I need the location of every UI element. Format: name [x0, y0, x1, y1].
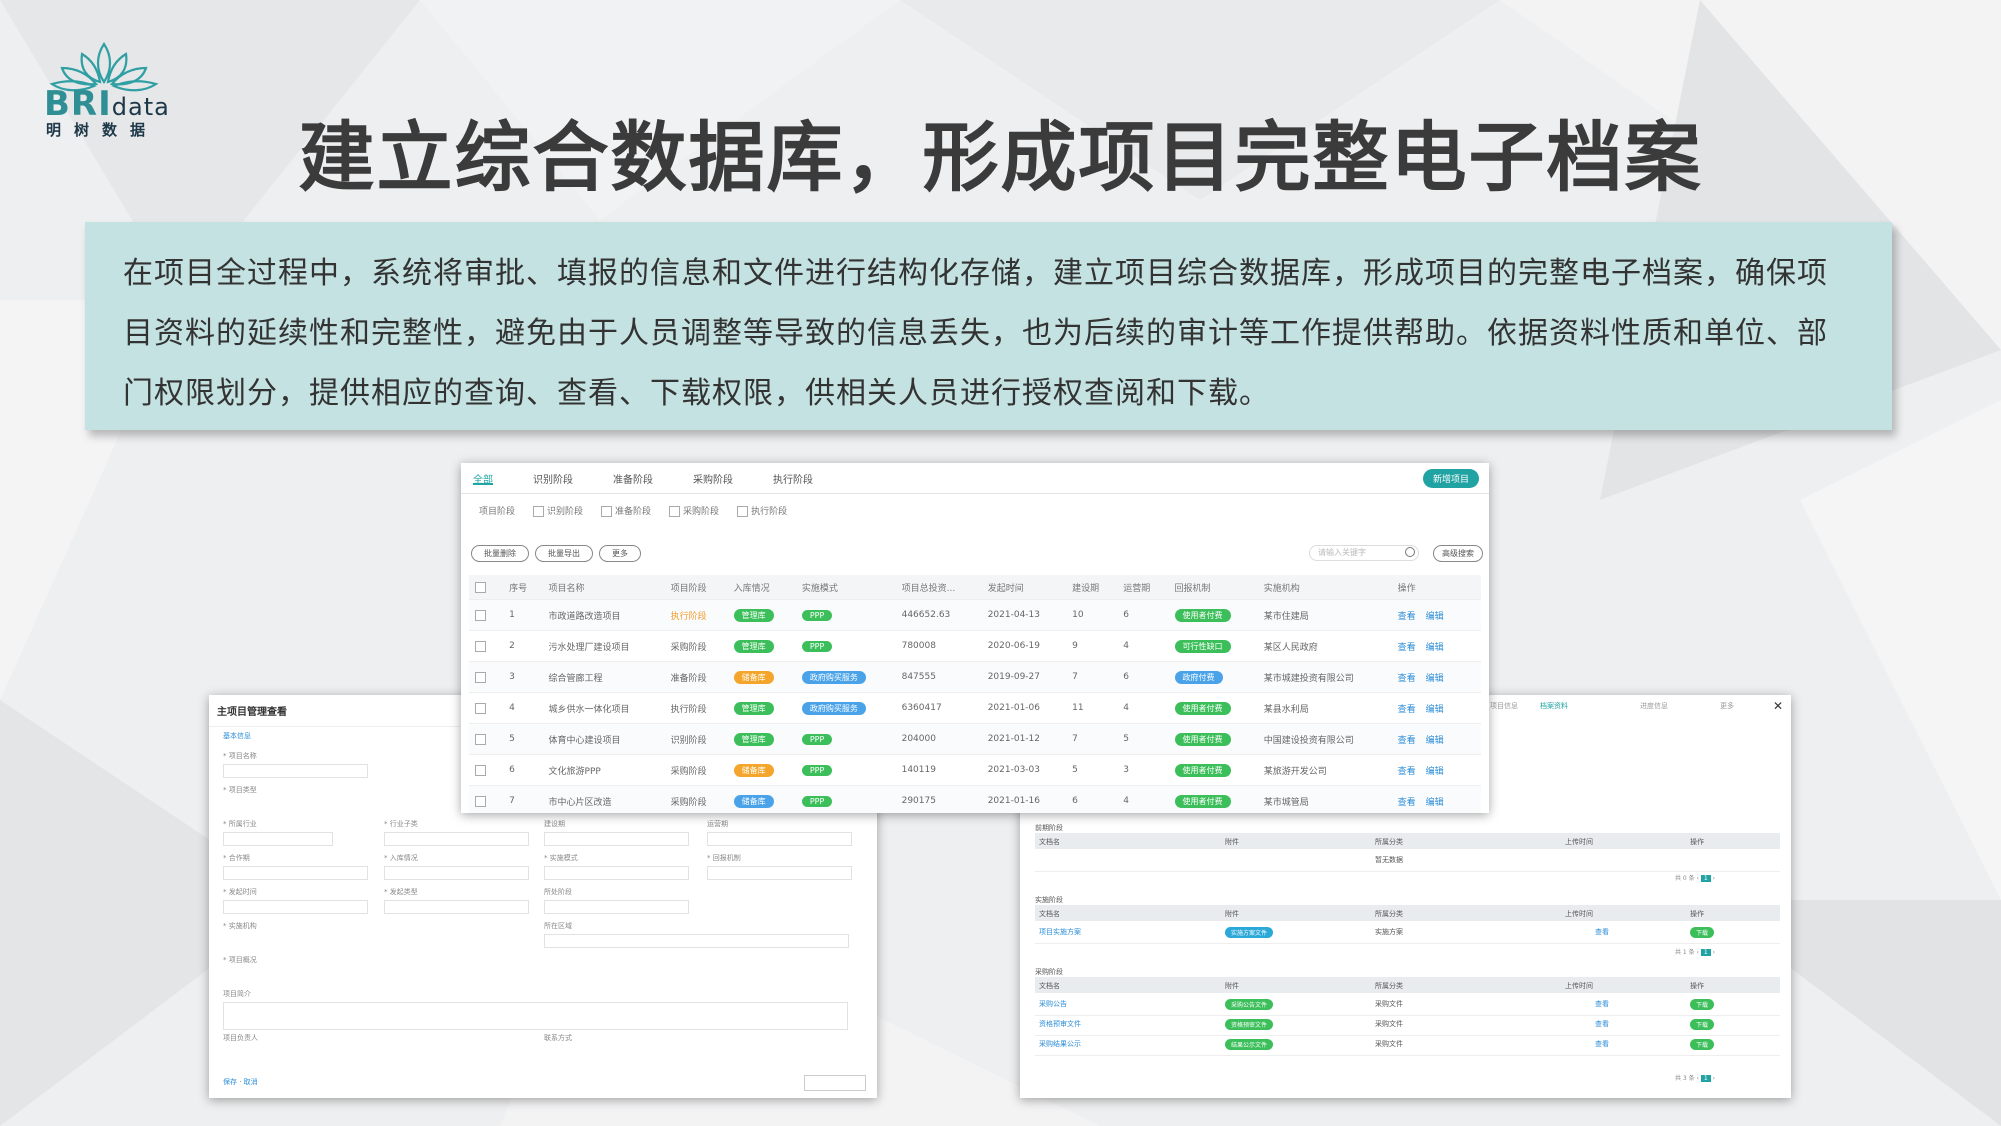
batch-button[interactable]: 批量导出	[535, 545, 593, 562]
tab-stage[interactable]: 执行阶段	[773, 471, 813, 486]
form-footer-button[interactable]	[804, 1075, 866, 1091]
description-box: 在项目全过程中，系统将审批、填报的信息和文件进行结构化存储，建立项目综合数据库，…	[85, 222, 1892, 430]
form-field: * 发起时间	[223, 887, 368, 914]
project-list-screenshot: 全部 识别阶段 准备阶段 采购阶段 执行阶段 新增项目 项目阶段 识别阶段 准备…	[461, 463, 1489, 813]
form-field: 运营期	[707, 819, 852, 846]
doc-table-header: 文档名 附件 所属分类 上传时间 操作	[1035, 833, 1780, 849]
table-row[interactable]: 4 城乡供水一体化项目 执行阶段 管理库 政府购买服务 6360417 2021-01-06…	[469, 692, 1481, 724]
section-title: 采购阶段	[1035, 968, 1063, 976]
doc-row: 资格预审文件 资格预审文件 采购文件 查看 下载	[1035, 1015, 1780, 1036]
form-field: * 回报机制	[707, 853, 852, 880]
form-footer-links[interactable]: 保存 · 取消	[223, 1077, 258, 1087]
doc-row: 暂无数据	[1035, 851, 1780, 872]
form-field: 建设期	[544, 819, 689, 846]
advanced-search-button[interactable]: 高级搜索	[1433, 545, 1483, 562]
form-field: * 入库情况	[384, 853, 529, 880]
section-title: 前期阶段	[1035, 824, 1063, 832]
doc-row: 采购结果公示 结果公示文件 采购文件 查看 下载	[1035, 1035, 1780, 1056]
tab-stage[interactable]: 识别阶段	[533, 471, 573, 486]
doc-row: 项目实施方案 实施方案文件 实施方案 查看 下载	[1035, 923, 1780, 944]
form-field: * 项目类型	[223, 786, 257, 794]
form-field: * 行业子类	[384, 819, 529, 846]
pagination[interactable]: 共 1 条 ‹ 1 ›	[1675, 947, 1715, 956]
table-row[interactable]: 7 市中心片区改造 采购阶段 储备库 PPP 290175 2021-01-16 6 4 使用者付…	[469, 785, 1481, 813]
doc-row: 采购公告 采购公告文件 采购文件 查看 下载	[1035, 995, 1780, 1016]
form-field: 项目负责人	[223, 1034, 258, 1042]
form-field: * 合作期	[223, 853, 368, 880]
filter-checkbox[interactable]: 识别阶段	[533, 504, 583, 517]
stage-tabs: 全部 识别阶段 准备阶段 采购阶段 执行阶段	[461, 463, 1489, 494]
archive-tab[interactable]: 项目信息	[1490, 701, 1518, 711]
form-field: * 项目概况	[223, 956, 257, 964]
pagination[interactable]: 共 3 条 ‹ 1 ›	[1675, 1073, 1715, 1082]
project-table: 序号 项目名称 项目阶段 入库情况 实施模式 项目总投资... 发起时间 建设期 运营期 回报机制…	[469, 575, 1481, 813]
archive-tab[interactable]: 更多	[1720, 701, 1734, 711]
form-section-label: 基本信息	[223, 732, 251, 740]
doc-table-header: 文档名 附件 所属分类 上传时间 操作	[1035, 905, 1780, 921]
batch-button[interactable]: 批量删除	[471, 545, 529, 562]
form-field: 所在区域	[544, 921, 849, 948]
filter-checkbox[interactable]: 采购阶段	[669, 504, 719, 517]
archive-tab[interactable]: 档案资料	[1540, 701, 1568, 711]
filter-label: 项目阶段	[479, 507, 516, 517]
form-field: * 所属行业	[223, 819, 333, 846]
section-title: 实施阶段	[1035, 896, 1063, 904]
filter-checkbox[interactable]: 准备阶段	[601, 504, 651, 517]
table-row[interactable]: 6 文化旅游PPP 采购阶段 储备库 PPP 140119 2021-03-03 5 3 使用者付…	[469, 754, 1481, 786]
form-field: * 发起类型	[384, 887, 529, 914]
tab-all[interactable]: 全部	[473, 471, 493, 486]
form-field: 所处阶段	[544, 887, 689, 914]
pagination[interactable]: 共 0 条 ‹ 1 ›	[1675, 873, 1715, 882]
form-field: * 实施机构	[223, 922, 257, 930]
tab-stage[interactable]: 采购阶段	[693, 471, 733, 486]
close-icon[interactable]: ✕	[1773, 699, 1783, 713]
tab-stage[interactable]: 准备阶段	[613, 471, 653, 486]
page-title: 建立综合数据库，形成项目完整电子档案	[298, 113, 1703, 202]
form-field: 项目简介	[223, 989, 848, 1030]
filter-checkbox[interactable]: 执行阶段	[737, 504, 787, 517]
table-row[interactable]: 3 综合管廊工程 准备阶段 储备库 政府购买服务 847555 2019-09-27 7 6 政府…	[469, 661, 1481, 693]
table-row[interactable]: 5 体育中心建设项目 识别阶段 管理库 PPP 204000 2021-01-12 7 5 使用者…	[469, 723, 1481, 755]
form-field: * 实施模式	[544, 853, 689, 880]
add-project-button[interactable]: 新增项目	[1422, 469, 1479, 488]
action-buttons: 批量删除 批量导出 更多	[471, 545, 641, 562]
stage-filter: 项目阶段 识别阶段 准备阶段 采购阶段 执行阶段	[461, 494, 1489, 527]
table-row[interactable]: 1 市政道路改造项目 执行阶段 管理库 PPP 446652.63 2021-04-13 10…	[469, 599, 1481, 631]
description-text: 在项目全过程中，系统将审批、填报的信息和文件进行结构化存储，建立项目综合数据库，…	[123, 256, 1828, 411]
form-field: * 项目名称	[223, 751, 368, 778]
more-button[interactable]: 更多	[599, 545, 641, 562]
search-input[interactable]: 请输入关键字	[1309, 545, 1419, 561]
search-icon[interactable]	[1405, 547, 1415, 557]
doc-table-header: 文档名 附件 所属分类 上传时间 操作	[1035, 977, 1780, 993]
form-field: 联系方式	[544, 1034, 572, 1042]
table-header: 序号 项目名称 项目阶段 入库情况 实施模式 项目总投资... 发起时间 建设期 运营期 回报机制…	[469, 575, 1481, 600]
archive-tab[interactable]: 进度信息	[1640, 701, 1668, 711]
table-row[interactable]: 2 污水处理厂建设项目 采购阶段 管理库 PPP 780008 2020-06-19 9 4 可行…	[469, 630, 1481, 662]
